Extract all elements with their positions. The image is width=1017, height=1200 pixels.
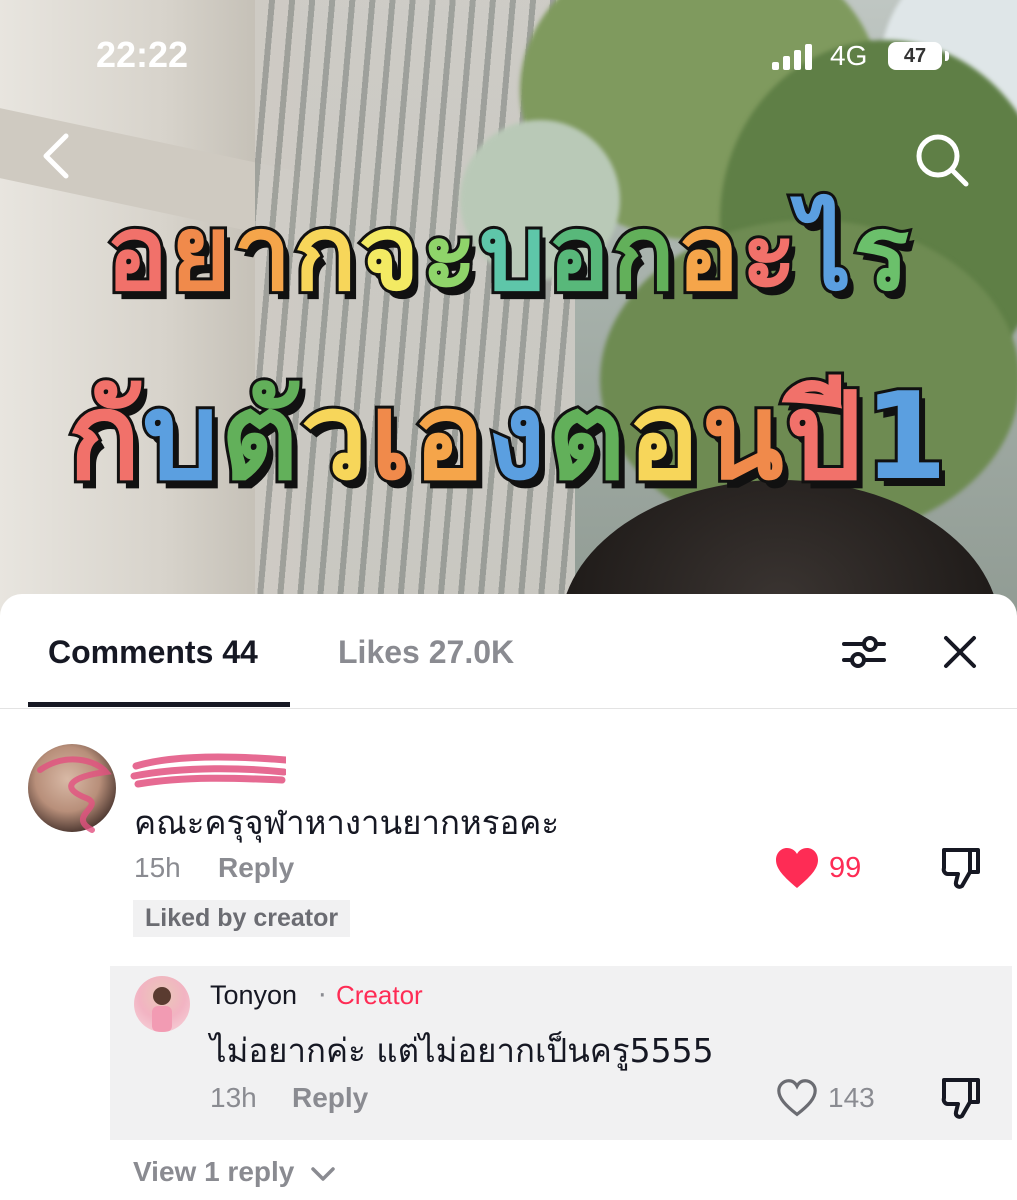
caption-char: ย [167,189,234,317]
caption-char: ว [297,365,370,510]
heart-outline-icon [777,1079,817,1117]
caption-char: ร [850,189,912,317]
tab-likes[interactable]: Likes 27.0K [338,634,514,671]
comment-time: 15h [134,852,181,883]
reply-text: ไม่อยากค่ะ แต่ไม่อยากเป็นครู5555 [210,1031,714,1070]
video-caption-line-1: อยากจะบอกอะไร [0,170,1017,335]
caption-char: ะ [418,189,480,317]
reply-item: Tonyon · Creator ไม่อยากค่ะ แต่ไม่อยากเป… [110,966,1012,1140]
status-bar: 22:22 4G 47 [0,0,1017,110]
caption-char: ก [291,189,360,317]
thumbs-down-icon [941,1078,980,1119]
caption-char: อ [674,189,742,317]
chevron-down-icon [311,1166,335,1181]
filter-button[interactable] [840,632,888,672]
caption-char: อ [103,189,171,317]
caption-char: เ [367,365,414,510]
video-player[interactable]: อยากจะบอกอะไร กับตัวเองตอนปี1 22:22 4G 4… [0,0,1017,640]
video-caption-line-2: กับตัวเองตอนปี1 [0,340,1017,531]
search-icon [916,134,969,187]
caption-char: น [699,365,787,510]
tab-comments[interactable]: Comments 44 [48,634,258,671]
heart-filled-icon [776,848,818,888]
like-button[interactable] [774,846,820,890]
caption-char: ะ [738,189,800,317]
caption-char: จ [356,189,423,317]
avatar[interactable] [134,976,190,1032]
caption-char: า [230,189,294,317]
caption-char: ก [609,189,678,317]
caption-char: อ [410,365,488,510]
reply-time: 13h [210,1082,257,1113]
caption-char: กั [65,365,144,510]
battery-icon: 47 [888,42,949,70]
dislike-button[interactable] [940,846,982,890]
caption-char: ต [545,365,629,510]
search-button[interactable] [912,130,972,190]
network-type: 4G [830,40,868,71]
caption-char: บ [139,365,221,510]
reply-button[interactable]: Reply [218,852,294,884]
comments-sheet: Comments 44 Likes 27.0K คณะครุจุฬาหางานย… [0,594,1017,1200]
caption-char: ปี [783,365,865,510]
active-tab-indicator [28,702,290,707]
like-button[interactable] [776,1078,818,1118]
signal-icon [772,44,812,70]
back-button[interactable] [34,128,86,184]
comment-text: คณะครุจุฬาหางานยากหรอคะ [134,803,560,842]
reply-button[interactable]: Reply [292,1082,368,1114]
close-icon [944,636,976,668]
view-replies-button[interactable]: View 1 reply [133,1156,336,1188]
close-button[interactable] [940,632,980,672]
avatar-figure [152,987,172,1032]
thumbs-down-icon [941,848,980,889]
caption-char: ตั [218,365,302,510]
caption-char: อ [544,189,612,317]
caption-char: ง [484,365,549,510]
sliders-icon [842,636,886,668]
caption-char: อ [624,365,702,510]
like-count: 99 [829,852,862,884]
chevron-left-icon [43,133,69,179]
liked-by-creator-badge: Liked by creator [133,900,351,937]
reply-username[interactable]: Tonyon [210,980,297,1011]
caption-char: 1 [861,365,950,510]
status-time: 22:22 [96,34,189,75]
caption-char: ไ [796,189,854,317]
creator-tag: Creator [336,980,423,1010]
dislike-button[interactable] [940,1076,982,1120]
separator-dot: · [318,980,327,1011]
caption-char: บ [476,189,548,317]
view-replies-label: View 1 reply [133,1156,295,1187]
comments-tabs: Comments 44 Likes 27.0K [0,594,1017,709]
like-count: 143 [828,1082,875,1113]
